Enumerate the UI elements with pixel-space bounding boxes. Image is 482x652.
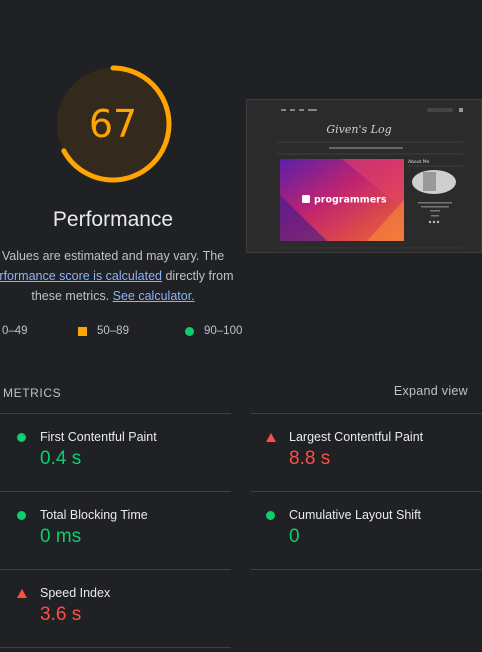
pass-circle-icon [17, 511, 26, 520]
score-calculated-link[interactable]: erformance score is calculated [0, 269, 162, 283]
legend-average-label: 50–89 [97, 325, 129, 337]
legend-fail: 0–49 [2, 325, 28, 337]
divider [251, 413, 482, 414]
legend-pass: 90–100 [185, 325, 242, 337]
metric-name: Cumulative Layout Shift [289, 508, 422, 522]
metric-value: 3.6 s [40, 604, 82, 625]
metric-name: Speed Index [40, 586, 111, 600]
pass-circle-icon [17, 433, 26, 442]
fail-triangle-icon [17, 589, 27, 598]
category-title: Performance [52, 208, 174, 231]
pass-circle-icon [266, 511, 275, 520]
thumbnail-image: Given's Log programmers About Me [247, 100, 481, 252]
divider [0, 491, 231, 492]
divider [251, 569, 482, 570]
metric-name: First Contentful Paint [40, 430, 157, 444]
legend-average: 50–89 [78, 325, 129, 337]
description-mid: directly from [161, 269, 234, 283]
see-calculator-link[interactable]: See calculator. [113, 289, 195, 303]
divider [0, 569, 231, 570]
legend-fail-label: 0–49 [2, 325, 28, 337]
metric-name: Largest Contentful Paint [289, 430, 424, 444]
score-value: 67 [88, 102, 138, 146]
legend-pass-label: 90–100 [204, 325, 243, 337]
description-line3: these metrics. [31, 289, 113, 303]
divider [251, 491, 482, 492]
thumbnail-sidebar-heading: About Me [408, 159, 430, 165]
metric-value: 0 [289, 526, 300, 547]
metric-value: 0.4 s [40, 448, 82, 469]
metric-value: 0 ms [40, 526, 82, 547]
circle-icon [185, 326, 194, 336]
description-line1: Values are estimated and may vary. The [1, 249, 225, 263]
divider [0, 647, 231, 648]
thumbnail-site-title: Given's Log [326, 123, 391, 136]
metric-name: Total Blocking Time [40, 508, 148, 522]
metrics-header: METRICS [3, 386, 62, 400]
expand-view-button[interactable]: Expand view [394, 384, 468, 398]
score-description: Values are estimated and may vary. The e… [0, 246, 246, 306]
score-legend: 0–49 50–89 90–100 [0, 325, 260, 339]
divider [0, 413, 231, 414]
square-icon [78, 326, 87, 336]
final-screenshot-thumbnail[interactable]: Given's Log programmers About Me [246, 99, 482, 253]
fail-triangle-icon [266, 433, 276, 442]
thumbnail-banner-text: programmers [314, 195, 387, 206]
performance-score-gauge: 67 [52, 63, 174, 185]
metric-value: 8.8 s [289, 448, 331, 469]
